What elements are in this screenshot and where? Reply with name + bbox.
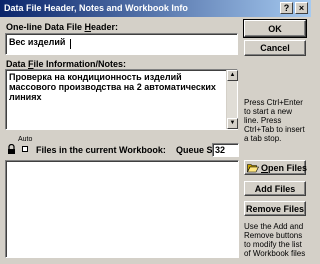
queue-size-input[interactable]: 32 <box>212 143 239 157</box>
title-bar: Data File Header, Notes and Workbook Inf… <box>0 0 311 17</box>
header-label-prefix: One-line Data File <box>6 22 85 32</box>
header-label-suffix: eader: <box>91 22 119 32</box>
ok-button[interactable]: OK <box>243 19 307 38</box>
workbook-hint: Use the Add and Remove buttons to modify… <box>244 222 306 258</box>
open-files-label-hotkey: O <box>261 162 269 173</box>
header-input-text: Вес изделий <box>9 37 66 47</box>
notes-label: Data File Information/Notes: <box>6 59 126 69</box>
notes-label-prefix: Data <box>6 59 29 69</box>
notes-textarea[interactable]: Проверка на кондиционность изделий массо… <box>5 69 238 130</box>
open-files-label-suffix: pen Files <box>268 162 308 173</box>
workbook-files-list[interactable] <box>5 160 239 258</box>
add-files-button[interactable]: Add Files <box>244 181 306 196</box>
queue-size-value: 32 <box>215 145 226 155</box>
lock-icon[interactable] <box>7 143 16 155</box>
scroll-up-arrow-icon[interactable]: ▲ <box>227 70 238 81</box>
window-title: Data File Header, Notes and Workbook Inf… <box>4 3 188 13</box>
text-caret <box>70 39 71 49</box>
auto-checkbox[interactable] <box>22 146 28 152</box>
notes-label-suffix: ile Information/Notes: <box>33 59 127 69</box>
open-files-label: Open Files <box>261 163 307 173</box>
open-folder-icon <box>247 163 259 173</box>
files-label: Files in the current Workbook: <box>36 145 166 155</box>
scroll-down-arrow-icon[interactable]: ▼ <box>227 118 238 129</box>
open-files-button[interactable]: Open Files <box>244 160 307 175</box>
notes-text: Проверка на кондиционность изделий массо… <box>9 72 216 102</box>
cancel-button[interactable]: Cancel <box>244 40 306 56</box>
close-button[interactable]: × <box>295 2 308 14</box>
remove-files-button[interactable]: Remove Files <box>244 201 306 216</box>
help-button[interactable]: ? <box>280 2 293 14</box>
header-input[interactable]: Вес изделий <box>5 33 238 55</box>
notes-scrollbar[interactable]: ▲ ▼ <box>226 70 238 129</box>
header-label: One-line Data File Header: <box>6 22 118 32</box>
newline-hint: Press Ctrl+Enter to start a new line. Pr… <box>244 98 305 143</box>
auto-label: Auto <box>18 136 33 143</box>
